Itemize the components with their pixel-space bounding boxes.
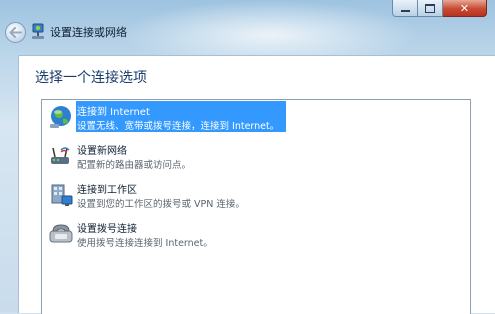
- option-description: 设置到您的工作区的拨号或 VPN 连接。: [77, 199, 245, 210]
- option-description: 使用拨号连接连接到 Internet。: [77, 238, 213, 249]
- option-title: 设置拨号连接: [77, 224, 137, 235]
- option-connect-internet[interactable]: 连接到 Internet 设置无线、宽带或拨号连接，连接到 Internet。: [42, 100, 470, 138]
- close-button[interactable]: ✕: [443, 0, 487, 17]
- maximize-button[interactable]: [418, 0, 443, 17]
- option-setup-network[interactable]: 设置新网络 配置新的路由器或访问点。: [42, 139, 470, 177]
- option-title: 连接到工作区: [77, 185, 137, 196]
- back-arrow-icon: [9, 27, 22, 38]
- router-icon: [51, 147, 70, 164]
- content-pane: 选择一个连接选项 连接到 Internet 设置无线、宽带或拨号连接，连接到 I…: [18, 55, 495, 314]
- option-description: 配置新的路由器或访问点。: [77, 160, 192, 171]
- maximize-icon: [425, 3, 435, 13]
- option-title: 连接到 Internet: [77, 107, 150, 118]
- caption-buttons: ✕: [392, 0, 487, 17]
- minimize-button[interactable]: [392, 0, 418, 17]
- option-setup-dialup[interactable]: 设置拨号连接 使用拨号连接连接到 Internet。: [42, 217, 470, 255]
- network-center-icon: [32, 23, 44, 39]
- workplace-icon: [51, 184, 73, 206]
- window-title: 设置连接或网络: [50, 26, 127, 39]
- page-heading: 选择一个连接选项: [35, 70, 147, 86]
- option-description: 设置无线、宽带或拨号连接，连接到 Internet。: [77, 121, 280, 132]
- option-title: 设置新网络: [77, 146, 127, 157]
- option-connect-workplace[interactable]: 连接到工作区 设置到您的工作区的拨号或 VPN 连接。: [42, 178, 470, 216]
- phone-modem-icon: [49, 224, 73, 243]
- close-icon: ✕: [459, 1, 470, 15]
- globe-network-icon: [50, 106, 71, 128]
- connection-options-list: 连接到 Internet 设置无线、宽带或拨号连接，连接到 Internet。 …: [41, 99, 471, 314]
- minimize-icon: [400, 10, 410, 12]
- back-button[interactable]: [5, 22, 26, 43]
